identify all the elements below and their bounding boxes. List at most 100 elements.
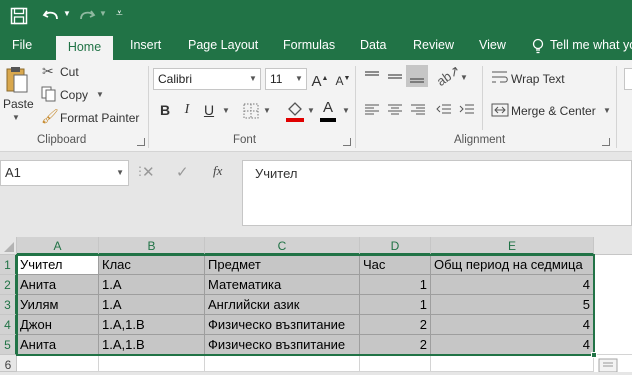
merge-center-button[interactable]: Merge & Center (511, 104, 596, 118)
cancel-icon[interactable]: ✕ (142, 163, 155, 181)
cell-e6[interactable] (431, 355, 594, 372)
font-color-icon[interactable]: A (318, 98, 338, 118)
column-header-f-partial[interactable] (594, 237, 632, 255)
fill-color-icon[interactable] (285, 100, 305, 122)
enter-check-icon[interactable]: ✓ (176, 163, 189, 181)
cell-a2[interactable]: Анита (17, 275, 99, 295)
font-size-combo[interactable]: 11 ▼ (265, 68, 307, 90)
cell-d6[interactable] (360, 355, 431, 372)
increase-indent-icon[interactable] (459, 103, 475, 117)
paste-dropdown-icon[interactable]: ▼ (12, 113, 20, 122)
formula-input[interactable]: Учител (242, 160, 632, 226)
undo-icon[interactable] (42, 8, 60, 24)
middle-align-icon[interactable] (387, 70, 403, 84)
fill-color-dropdown-icon[interactable]: ▼ (307, 106, 315, 115)
bold-icon[interactable]: B (155, 100, 175, 120)
tab-home[interactable]: Home (56, 36, 113, 60)
font-dialog-launcher[interactable] (343, 138, 351, 146)
tab-page-layout[interactable]: Page Layout (179, 33, 267, 60)
name-box[interactable]: A1 ▼ (0, 160, 129, 186)
align-left-icon[interactable] (364, 103, 380, 117)
cell-e1[interactable]: Общ период на седмица (431, 255, 594, 275)
tab-view[interactable]: View (470, 33, 515, 60)
column-header-d[interactable]: D (360, 237, 431, 255)
borders-icon[interactable] (243, 103, 259, 119)
cell-c2[interactable]: Математика (205, 275, 360, 295)
cell-b3[interactable]: 1.А (99, 295, 205, 315)
cell-a5[interactable]: Анита (17, 335, 99, 355)
number-format-combo-partial[interactable] (624, 68, 632, 90)
tab-insert[interactable]: Insert (121, 33, 170, 60)
redo-icon[interactable] (78, 8, 96, 24)
undo-dropdown-icon[interactable]: ▼ (63, 9, 71, 18)
tab-formulas[interactable]: Formulas (274, 33, 344, 60)
cut-button[interactable]: Cut (60, 65, 79, 79)
cell-a1[interactable]: Учител (17, 255, 99, 275)
cell-d2[interactable]: 1 (360, 275, 431, 295)
column-header-a[interactable]: A (17, 237, 99, 255)
cell-a4[interactable]: Джон (17, 315, 99, 335)
cell-c5[interactable]: Физическо възпитание (205, 335, 360, 355)
cell-a3[interactable]: Уилям (17, 295, 99, 315)
cell-b2[interactable]: 1.А (99, 275, 205, 295)
tab-data[interactable]: Data (351, 33, 395, 60)
select-all-corner[interactable] (0, 237, 17, 255)
cell-e5[interactable]: 4 (431, 335, 594, 355)
column-header-b[interactable]: B (99, 237, 205, 255)
cell-b6[interactable] (99, 355, 205, 372)
fill-handle[interactable] (591, 352, 597, 358)
wrap-text-button[interactable]: Wrap Text (511, 72, 565, 86)
column-header-c[interactable]: C (205, 237, 360, 255)
cell-c4[interactable]: Физическо възпитание (205, 315, 360, 335)
cell-d3[interactable]: 1 (360, 295, 431, 315)
column-header-e[interactable]: E (431, 237, 594, 255)
tab-review[interactable]: Review (404, 33, 463, 60)
cell-b5[interactable]: 1.А,1.В (99, 335, 205, 355)
row-header-3[interactable]: 3 (0, 295, 17, 315)
customize-qat-icon[interactable]: ⩡ (116, 6, 123, 21)
decrease-indent-icon[interactable] (436, 103, 452, 117)
row-header-4[interactable]: 4 (0, 315, 17, 335)
cell-c1[interactable]: Предмет (205, 255, 360, 275)
borders-dropdown-icon[interactable]: ▼ (263, 106, 271, 115)
row-header-6[interactable]: 6 (0, 355, 17, 372)
redo-dropdown-icon[interactable]: ▼ (99, 9, 107, 18)
clipboard-dialog-launcher[interactable] (137, 138, 145, 146)
cell-d4[interactable]: 2 (360, 315, 431, 335)
cell-e4[interactable]: 4 (431, 315, 594, 335)
tab-file[interactable]: File (3, 33, 41, 60)
underline-dropdown-icon[interactable]: ▼ (222, 106, 230, 115)
insert-function-icon[interactable]: fx (213, 163, 222, 179)
orientation-dropdown-icon[interactable]: ▼ (460, 73, 468, 82)
cell-c3[interactable]: Английски азик (205, 295, 360, 315)
cell-d1[interactable]: Час (360, 255, 431, 275)
cell-b4[interactable]: 1.А,1.В (99, 315, 205, 335)
font-color-dropdown-icon[interactable]: ▼ (342, 106, 350, 115)
underline-icon[interactable]: U (199, 100, 219, 120)
cell-b1[interactable]: Клас (99, 255, 205, 275)
increase-font-size-icon[interactable]: A▲ (310, 69, 330, 90)
bottom-align-icon[interactable] (409, 70, 425, 84)
italic-icon[interactable]: I (177, 100, 197, 120)
cell-d5[interactable]: 2 (360, 335, 431, 355)
quick-analysis-icon[interactable] (598, 358, 618, 372)
top-align-icon[interactable] (364, 70, 380, 84)
paste-button[interactable]: Paste (3, 97, 34, 111)
copy-dropdown-icon[interactable]: ▼ (96, 90, 104, 99)
format-painter-button[interactable]: Format Painter (60, 111, 139, 125)
merge-dropdown-icon[interactable]: ▼ (603, 106, 611, 115)
align-center-icon[interactable] (387, 103, 403, 117)
row-header-1[interactable]: 1 (0, 255, 17, 275)
paste-icon[interactable] (6, 66, 28, 94)
cell-a6[interactable] (17, 355, 99, 372)
save-icon[interactable] (10, 7, 28, 25)
tell-me-box[interactable]: Tell me what yo (541, 33, 632, 60)
cell-e3[interactable]: 5 (431, 295, 594, 315)
cell-e2[interactable]: 4 (431, 275, 594, 295)
row-header-2[interactable]: 2 (0, 275, 17, 295)
decrease-font-size-icon[interactable]: A▼ (333, 69, 353, 89)
alignment-dialog-launcher[interactable] (602, 138, 610, 146)
font-name-combo[interactable]: Calibri ▼ (153, 68, 261, 90)
row-header-5[interactable]: 5 (0, 335, 17, 355)
align-right-icon[interactable] (410, 103, 426, 117)
